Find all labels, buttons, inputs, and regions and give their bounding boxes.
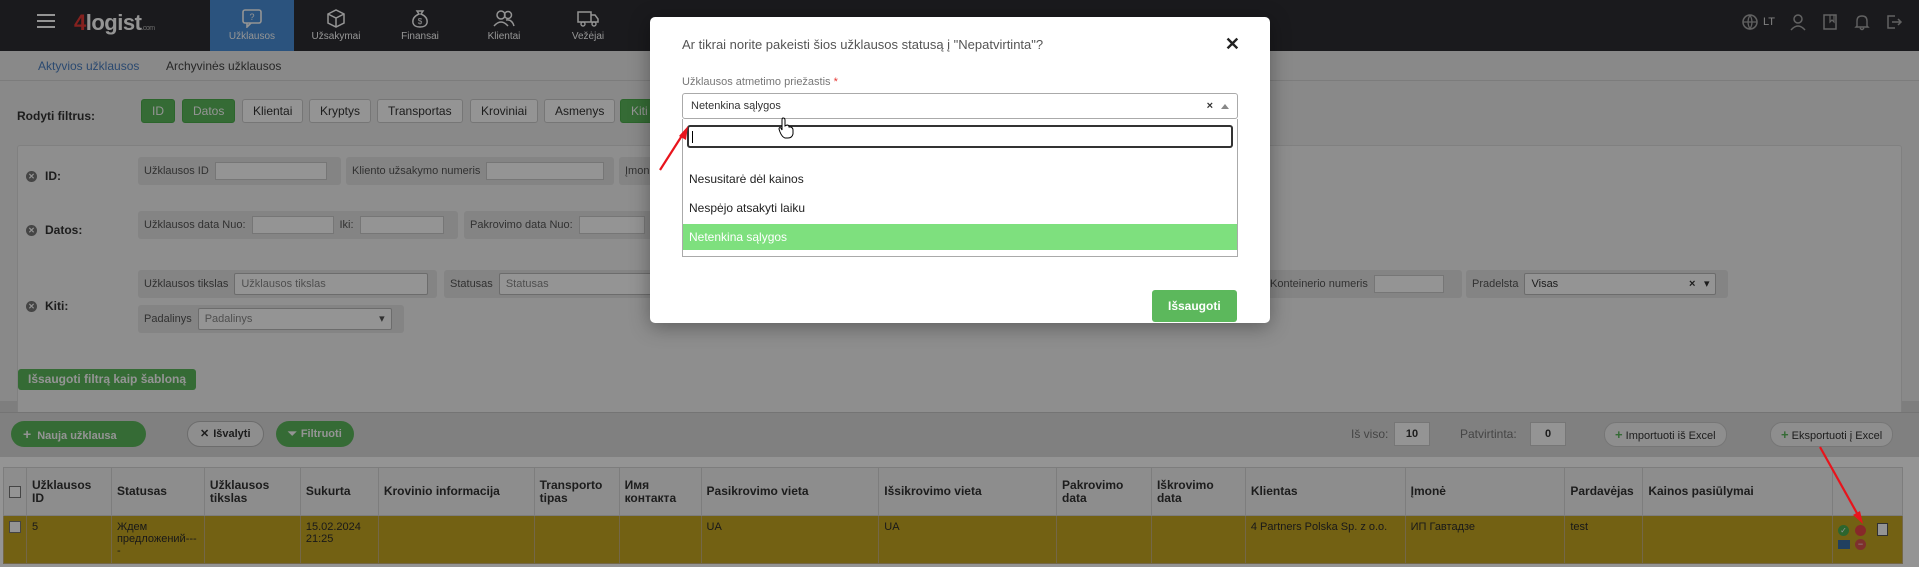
arrow-to-dropdown (659, 133, 684, 171)
annotation-arrows (659, 126, 1863, 524)
arrow-head (1853, 511, 1863, 524)
arrow-to-reject-icon (1819, 446, 1859, 516)
